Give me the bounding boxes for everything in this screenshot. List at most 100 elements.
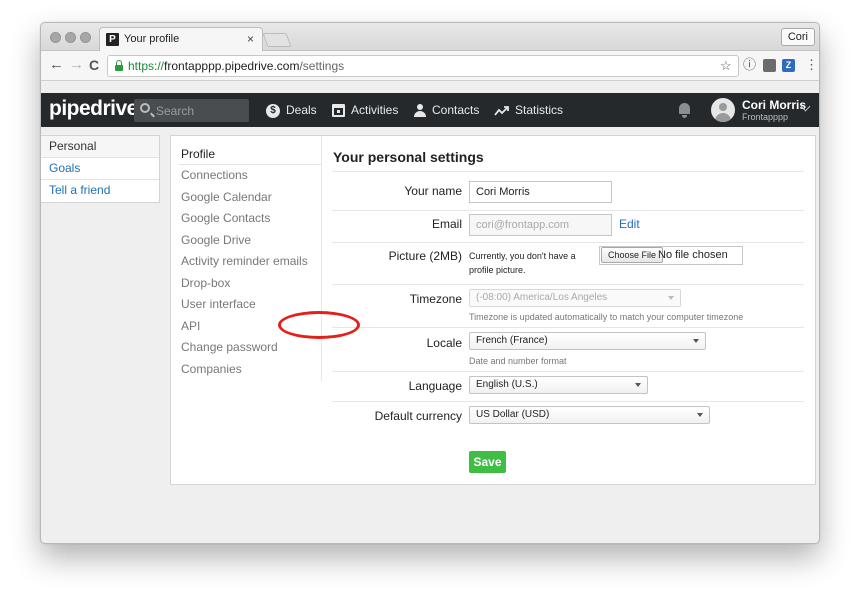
name-label: Your name bbox=[404, 184, 462, 198]
email-edit-link[interactable]: Edit bbox=[619, 217, 640, 231]
row-divider bbox=[332, 284, 804, 285]
nav-activities[interactable]: Activities bbox=[332, 102, 398, 120]
window-minimize-dot[interactable] bbox=[65, 32, 76, 43]
tab-close-icon[interactable]: × bbox=[247, 32, 254, 46]
url-scheme: https:// bbox=[128, 59, 165, 73]
row-divider bbox=[332, 401, 804, 402]
trend-chart-icon bbox=[494, 105, 509, 116]
choose-file-button[interactable]: Choose File bbox=[601, 247, 664, 263]
person-icon bbox=[414, 104, 426, 118]
row-divider bbox=[332, 371, 804, 372]
browser-toolbar: ← → C https://frontapppp.pipedrive.com/s… bbox=[41, 51, 819, 81]
row-divider bbox=[332, 210, 804, 211]
locale-value: French (France) bbox=[476, 335, 548, 346]
subnav-item-change-password[interactable]: Change password bbox=[181, 340, 278, 354]
caret-down-icon bbox=[693, 339, 699, 343]
locale-hint: Date and number format bbox=[469, 356, 567, 366]
subnav-item-drop-box[interactable]: Drop-box bbox=[181, 276, 230, 290]
save-button[interactable]: Save bbox=[469, 451, 506, 473]
nav-statistics[interactable]: Statistics bbox=[494, 102, 563, 120]
nav-activities-label: Activities bbox=[351, 103, 399, 117]
caret-down-icon bbox=[668, 296, 674, 300]
calendar-icon bbox=[332, 104, 345, 118]
nav-statistics-label: Statistics bbox=[515, 103, 564, 117]
user-name[interactable]: Cori Morris bbox=[742, 98, 806, 112]
nav-contacts[interactable]: Contacts bbox=[414, 102, 479, 120]
sidebar-item-goals[interactable]: Goals bbox=[41, 158, 159, 180]
nav-deals[interactable]: $ Deals bbox=[266, 102, 317, 120]
timezone-hint: Timezone is updated automatically to mat… bbox=[469, 312, 744, 322]
timezone-label: Timezone bbox=[409, 292, 462, 306]
pipedrive-favicon-icon: P bbox=[106, 33, 119, 46]
currency-value: US Dollar (USD) bbox=[476, 409, 550, 420]
name-input[interactable]: Cori Morris bbox=[469, 181, 612, 203]
settings-panel: Profile Connections Google Calendar Goog… bbox=[170, 135, 816, 485]
file-status: No file chosen bbox=[658, 249, 728, 261]
subnav-item-google-contacts[interactable]: Google Contacts bbox=[181, 211, 270, 225]
new-tab-button[interactable] bbox=[262, 33, 292, 47]
locale-select[interactable]: French (France) bbox=[469, 332, 706, 350]
settings-sidebar: Personal Goals Tell a friend bbox=[41, 135, 160, 203]
url-text: https://frontapppp.pipedrive.com/setting… bbox=[128, 59, 344, 74]
sidebar-item-personal[interactable]: Personal bbox=[41, 136, 159, 158]
user-company: Frontapppp bbox=[742, 112, 789, 122]
subnav-item-google-drive[interactable]: Google Drive bbox=[181, 233, 251, 247]
caret-down-icon bbox=[635, 383, 641, 387]
window-close-dot[interactable] bbox=[50, 32, 61, 43]
pipedrive-logo[interactable]: pipedrive bbox=[49, 97, 138, 121]
email-label: Email bbox=[431, 217, 462, 231]
bookmark-star-icon[interactable]: ☆ bbox=[720, 58, 732, 74]
forward-arrow-icon[interactable]: → bbox=[69, 57, 84, 73]
subnav-item-companies[interactable]: Companies bbox=[181, 362, 242, 376]
settings-subnav: Profile Connections Google Calendar Goog… bbox=[171, 136, 322, 381]
page-title: Your personal settings bbox=[333, 149, 484, 165]
browser-profile-button[interactable]: Cori bbox=[780, 28, 815, 46]
toolbar-extension-icon[interactable] bbox=[763, 59, 776, 72]
sidebar-item-tell-a-friend[interactable]: Tell a friend bbox=[41, 180, 159, 202]
browser-titlebar: P Your profile × Cori bbox=[41, 23, 819, 51]
language-label: Language bbox=[408, 379, 462, 393]
email-field: cori@frontapp.com bbox=[469, 214, 612, 236]
timezone-select: (-08:00) America/Los Angeles bbox=[469, 289, 681, 307]
notification-bell-icon[interactable] bbox=[679, 103, 690, 118]
info-extension-icon[interactable]: ⓘ bbox=[743, 57, 756, 73]
picture-label: Picture (2MB) bbox=[388, 249, 462, 263]
row-divider bbox=[332, 327, 804, 328]
language-select[interactable]: English (U.S.) bbox=[469, 376, 648, 394]
timezone-value: (-08:00) America/Los Angeles bbox=[476, 292, 608, 303]
locale-label: Locale bbox=[426, 336, 462, 350]
subnav-divider bbox=[179, 164, 322, 165]
nav-deals-label: Deals bbox=[286, 103, 317, 117]
app-navbar: pipedrive $ Deals Activities Contacts Sta… bbox=[41, 93, 819, 127]
browser-menu-icon[interactable]: ⋮ bbox=[805, 57, 818, 73]
address-bar[interactable]: https://frontapppp.pipedrive.com/setting… bbox=[107, 55, 739, 77]
z-extension-icon[interactable]: Z bbox=[782, 59, 795, 72]
url-host: frontapppp.pipedrive.com bbox=[164, 59, 300, 73]
nav-contacts-label: Contacts bbox=[432, 103, 480, 117]
url-path: /settings bbox=[299, 59, 345, 73]
subnav-item-profile[interactable]: Profile bbox=[181, 147, 215, 161]
search-icon bbox=[140, 103, 150, 113]
row-divider bbox=[332, 242, 804, 243]
back-arrow-icon[interactable]: ← bbox=[49, 57, 64, 73]
caret-down-icon bbox=[697, 413, 703, 417]
window-zoom-dot[interactable] bbox=[80, 32, 91, 43]
currency-select[interactable]: US Dollar (USD) bbox=[469, 406, 710, 424]
currency-label: Default currency bbox=[374, 409, 462, 423]
subnav-item-connections[interactable]: Connections bbox=[181, 168, 248, 182]
subnav-item-activity-reminder-emails[interactable]: Activity reminder emails bbox=[181, 254, 308, 268]
subnav-item-user-interface[interactable]: User interface bbox=[181, 297, 256, 311]
search-input[interactable] bbox=[156, 102, 244, 119]
subnav-item-api[interactable]: API bbox=[181, 319, 200, 333]
user-avatar[interactable] bbox=[711, 98, 735, 122]
row-divider bbox=[332, 171, 804, 172]
language-value: English (U.S.) bbox=[476, 379, 538, 390]
app-search[interactable] bbox=[134, 99, 249, 122]
browser-window: P Your profile × Cori ← → C https://fron… bbox=[40, 22, 820, 544]
picture-note: Currently, you don't have a profile pict… bbox=[469, 251, 576, 275]
api-highlight-circle bbox=[278, 311, 360, 339]
subnav-item-google-calendar[interactable]: Google Calendar bbox=[181, 190, 272, 204]
tab-title: Your profile bbox=[124, 33, 180, 45]
browser-tab[interactable]: P Your profile × bbox=[99, 27, 263, 51]
reload-icon[interactable]: C bbox=[89, 57, 99, 73]
